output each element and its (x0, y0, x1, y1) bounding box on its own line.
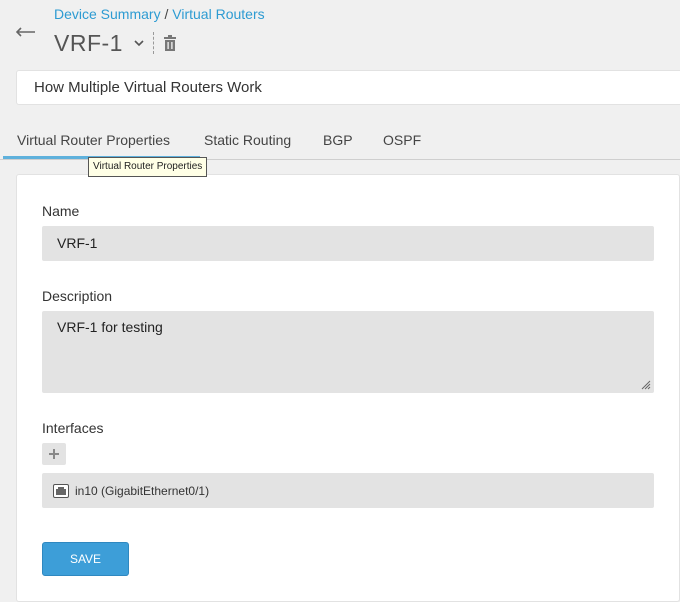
description-field[interactable]: VRF-1 for testing (42, 311, 654, 393)
description-text: VRF-1 for testing (57, 319, 163, 335)
name-field[interactable]: VRF-1 (42, 226, 654, 261)
breadcrumb-link-device-summary[interactable]: Device Summary (54, 6, 161, 22)
tab-bgp[interactable]: BGP (323, 132, 353, 148)
name-label: Name (42, 203, 80, 219)
breadcrumb-separator: / (160, 6, 173, 22)
tab-static-routing[interactable]: Static Routing (204, 132, 291, 148)
description-label: Description (42, 288, 113, 304)
trash-icon[interactable] (163, 35, 177, 51)
tooltip: Virtual Router Properties (88, 157, 208, 177)
chevron-down-icon[interactable] (133, 37, 145, 49)
title-row: VRF-1 (54, 28, 177, 58)
breadcrumb-link-virtual-routers[interactable]: Virtual Routers (172, 6, 264, 22)
page-title: VRF-1 (54, 29, 123, 56)
resize-grip-icon[interactable] (640, 379, 651, 390)
interface-item[interactable]: in10 (GigabitEthernet0/1) (42, 473, 654, 508)
title-divider (152, 32, 154, 54)
tab-ospf[interactable]: OSPF (383, 132, 421, 148)
properties-panel: Name VRF-1 Description VRF-1 for testing… (16, 174, 680, 602)
tab-virtual-router-properties[interactable]: Virtual Router Properties (17, 132, 170, 148)
interfaces-label: Interfaces (42, 420, 104, 436)
help-link-multiple-virtual-routers[interactable]: How Multiple Virtual Routers Work (16, 70, 680, 105)
save-button[interactable]: SAVE (42, 542, 129, 576)
plus-icon (49, 448, 59, 459)
back-arrow-icon[interactable] (16, 24, 36, 40)
breadcrumb: Device Summary / Virtual Routers (54, 6, 265, 22)
add-interface-button[interactable] (42, 443, 66, 465)
interface-icon (53, 483, 69, 498)
tab-bar: Virtual Router Properties Static Routing… (0, 124, 680, 160)
interface-label: in10 (GigabitEthernet0/1) (75, 483, 210, 498)
